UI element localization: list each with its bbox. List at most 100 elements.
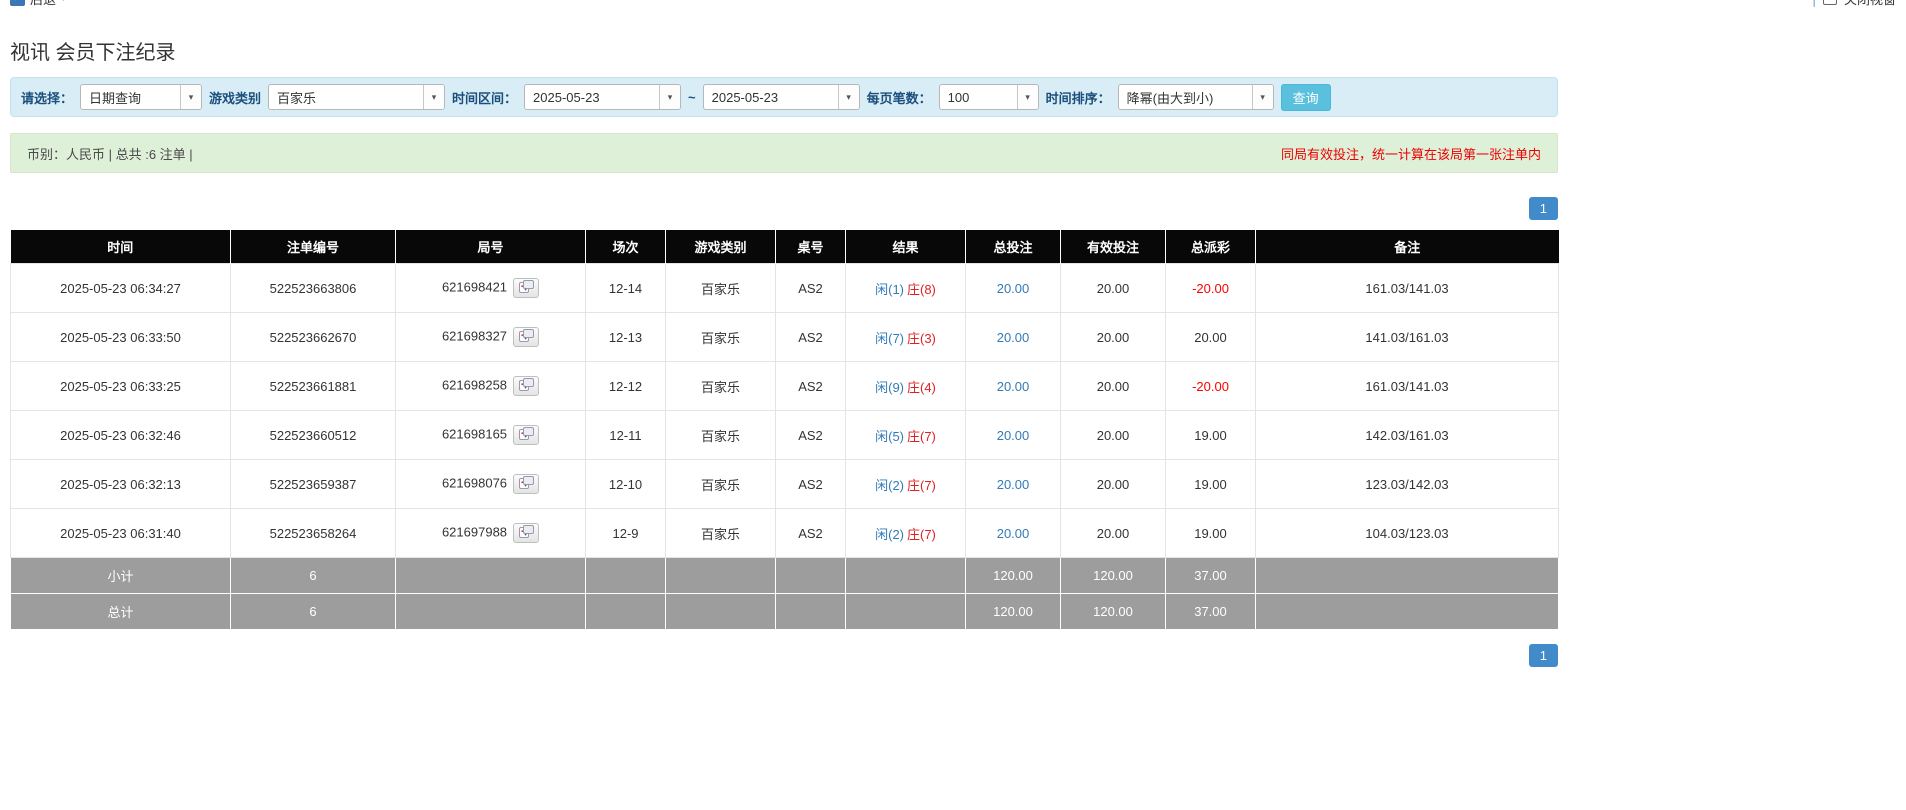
cell-table-no: AS2 — [776, 460, 846, 509]
select-type-label: 请选择： — [21, 88, 73, 107]
cell-game-type: 百家乐 — [666, 264, 776, 313]
page-size-label: 每页笔数： — [867, 88, 932, 107]
cell-session: 12-9 — [586, 509, 666, 558]
cell-valid-bet: 20.00 — [1061, 313, 1166, 362]
result-banker: 庄(7) — [907, 429, 936, 444]
empty-cell — [586, 558, 666, 594]
chevron-down-icon: ▾ — [1017, 85, 1038, 109]
table-body: 2025-05-23 06:34:27522523663806621698421… — [11, 264, 1559, 558]
column-header: 场次 — [586, 230, 666, 264]
cell-total-bet: 20.00 — [966, 362, 1061, 411]
round-detail-button[interactable] — [513, 327, 539, 347]
column-header: 局号 — [396, 230, 586, 264]
close-window-control[interactable]: | 关闭视窗 — [1812, 0, 1896, 8]
page-1-button[interactable]: 1 — [1529, 644, 1558, 667]
cell-time: 2025-05-23 06:32:46 — [11, 411, 231, 460]
total-bet-link[interactable]: 20.00 — [997, 379, 1030, 394]
round-detail-button[interactable] — [513, 474, 539, 494]
date-from-input[interactable]: 2025-05-23 ▾ — [524, 84, 681, 110]
sort-select[interactable]: 降幂(由大到小) ▾ — [1118, 84, 1274, 110]
cell-bet-id: 522523663806 — [231, 264, 396, 313]
cell-remark: 161.03/141.03 — [1256, 362, 1559, 411]
payout-value: -20.00 — [1192, 281, 1229, 296]
total-count: 6 — [231, 594, 396, 630]
cell-table-no: AS2 — [776, 264, 846, 313]
empty-cell — [666, 594, 776, 630]
empty-cell — [1256, 558, 1559, 594]
cell-total-bet: 20.00 — [966, 509, 1061, 558]
cell-remark: 123.03/142.03 — [1256, 460, 1559, 509]
round-detail-button[interactable] — [513, 425, 539, 445]
cell-time: 2025-05-23 06:33:50 — [11, 313, 231, 362]
result-player: 闲(9) — [875, 380, 904, 395]
cell-game-type: 百家乐 — [666, 411, 776, 460]
empty-cell — [846, 558, 966, 594]
game-type-select[interactable]: 百家乐 ▾ — [268, 84, 445, 110]
back-control[interactable]: ✔ 后退 ▾ — [10, 0, 66, 8]
query-type-select[interactable]: 日期查询 ▾ — [80, 84, 202, 110]
search-button[interactable]: 查询 — [1281, 84, 1331, 111]
total-bet-link[interactable]: 20.00 — [997, 330, 1030, 345]
cell-game-type: 百家乐 — [666, 362, 776, 411]
column-header: 时间 — [11, 230, 231, 264]
cell-bet-id: 522523658264 — [231, 509, 396, 558]
payout-value: 19.00 — [1194, 526, 1227, 541]
cell-round: 621698076 — [396, 460, 586, 509]
round-detail-button[interactable] — [513, 278, 539, 298]
cell-round: 621698258 — [396, 362, 586, 411]
date-from-value: 2025-05-23 — [525, 85, 659, 109]
empty-cell — [586, 594, 666, 630]
result-player: 闲(5) — [875, 429, 904, 444]
cell-time: 2025-05-23 06:33:25 — [11, 362, 231, 411]
round-id: 621698165 — [442, 426, 507, 441]
cell-table-no: AS2 — [776, 313, 846, 362]
empty-cell — [776, 594, 846, 630]
cell-round: 621698165 — [396, 411, 586, 460]
dice-icon — [519, 476, 534, 492]
query-type-value: 日期查询 — [81, 85, 180, 109]
cell-payout: 19.00 — [1166, 460, 1256, 509]
total-row: 总计6120.00120.0037.00 — [11, 594, 1559, 630]
payout-value: 19.00 — [1194, 477, 1227, 492]
total-total_bet: 120.00 — [966, 594, 1061, 630]
subtotal-row: 小计6120.00120.0037.00 — [11, 558, 1559, 594]
total-bet-link[interactable]: 20.00 — [997, 428, 1030, 443]
payout-value: 19.00 — [1194, 428, 1227, 443]
cell-total-bet: 20.00 — [966, 411, 1061, 460]
round-detail-button[interactable] — [513, 376, 539, 396]
cell-remark: 142.03/161.03 — [1256, 411, 1559, 460]
cell-payout: -20.00 — [1166, 264, 1256, 313]
cell-session: 12-11 — [586, 411, 666, 460]
table-foot: 小计6120.00120.0037.00总计6120.00120.0037.00 — [11, 558, 1559, 630]
cell-table-no: AS2 — [776, 362, 846, 411]
cell-result: 闲(2)庄(7) — [846, 460, 966, 509]
total-bet-link[interactable]: 20.00 — [997, 281, 1030, 296]
cell-payout: 19.00 — [1166, 509, 1256, 558]
cell-table-no: AS2 — [776, 411, 846, 460]
result-player: 闲(2) — [875, 527, 904, 542]
column-header: 游戏类别 — [666, 230, 776, 264]
cell-round: 621698421 — [396, 264, 586, 313]
total-payout: 37.00 — [1166, 594, 1256, 630]
payout-value: -20.00 — [1192, 379, 1229, 394]
subtotal-label: 小计 — [11, 558, 231, 594]
cell-valid-bet: 20.00 — [1061, 460, 1166, 509]
total-bet-link[interactable]: 20.00 — [997, 526, 1030, 541]
date-to-input[interactable]: 2025-05-23 ▾ — [703, 84, 860, 110]
result-player: 闲(2) — [875, 478, 904, 493]
round-detail-button[interactable] — [513, 523, 539, 543]
cell-total-bet: 20.00 — [966, 460, 1061, 509]
cell-payout: 20.00 — [1166, 313, 1256, 362]
cell-session: 12-10 — [586, 460, 666, 509]
subtotal-payout: 37.00 — [1166, 558, 1256, 594]
caret-down-icon: ▾ — [61, 0, 66, 4]
cell-total-bet: 20.00 — [966, 264, 1061, 313]
total-bet-link[interactable]: 20.00 — [997, 477, 1030, 492]
cell-result: 闲(7)庄(3) — [846, 313, 966, 362]
page-1-button[interactable]: 1 — [1529, 197, 1558, 220]
table-row: 2025-05-23 06:31:40522523658264621697988… — [11, 509, 1559, 558]
page-size-select[interactable]: 100 ▾ — [939, 84, 1039, 110]
sort-value: 降幂(由大到小) — [1119, 85, 1252, 109]
chevron-down-icon: ▾ — [423, 85, 444, 109]
dice-icon — [519, 427, 534, 443]
